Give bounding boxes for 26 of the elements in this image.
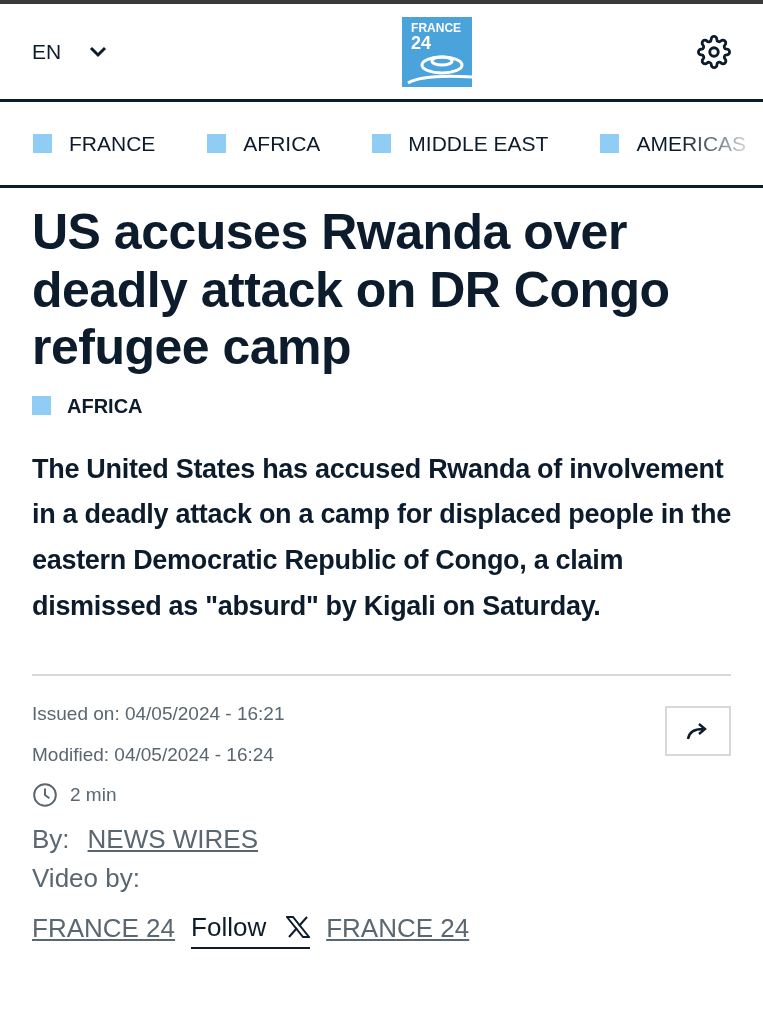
square-icon (600, 134, 620, 153)
follow-handle-link[interactable]: FRANCE 24 (326, 908, 470, 948)
article-title: US accuses Rwanda over deadly attack on DR Congo refugee camp (32, 204, 671, 377)
reading-time: 2 min (70, 783, 117, 808)
settings-icon[interactable] (697, 34, 731, 69)
clock-icon (32, 782, 58, 809)
x-logo-icon (286, 916, 311, 939)
nav-item[interactable]: MIDDLE EAST (372, 127, 549, 160)
byline-label: By: (32, 822, 70, 856)
modified-date: Modified: 04/05/2024 - 16:24 (32, 742, 275, 767)
share-button[interactable] (665, 706, 731, 757)
video-author-link[interactable]: FRANCE 24 (32, 908, 176, 948)
chevron-down-icon (89, 45, 108, 58)
article-lead: The United States has accused Rwanda of involvement in a deadly attack on a camp for displaced people in the eastern Democratic Republic of Congo, a claim dismissed as "absurd" by Kigali on Saturday. (32, 452, 731, 624)
follow-link[interactable]: Follow (191, 907, 311, 949)
square-icon (207, 134, 227, 153)
video-label: Video by: (32, 861, 141, 895)
category-label[interactable]: AFRICA (67, 390, 143, 421)
issued-date: Issued on: 04/05/2024 - 16:21 (32, 702, 286, 727)
square-icon (32, 396, 51, 415)
square-icon (372, 134, 392, 153)
square-icon (33, 134, 52, 153)
nav-item[interactable]: AFRICA (207, 127, 321, 160)
language-selector[interactable]: EN (32, 35, 108, 68)
nav-item[interactable]: FRANCE (33, 127, 156, 160)
author-link[interactable]: NEWS WIRES (87, 819, 259, 859)
